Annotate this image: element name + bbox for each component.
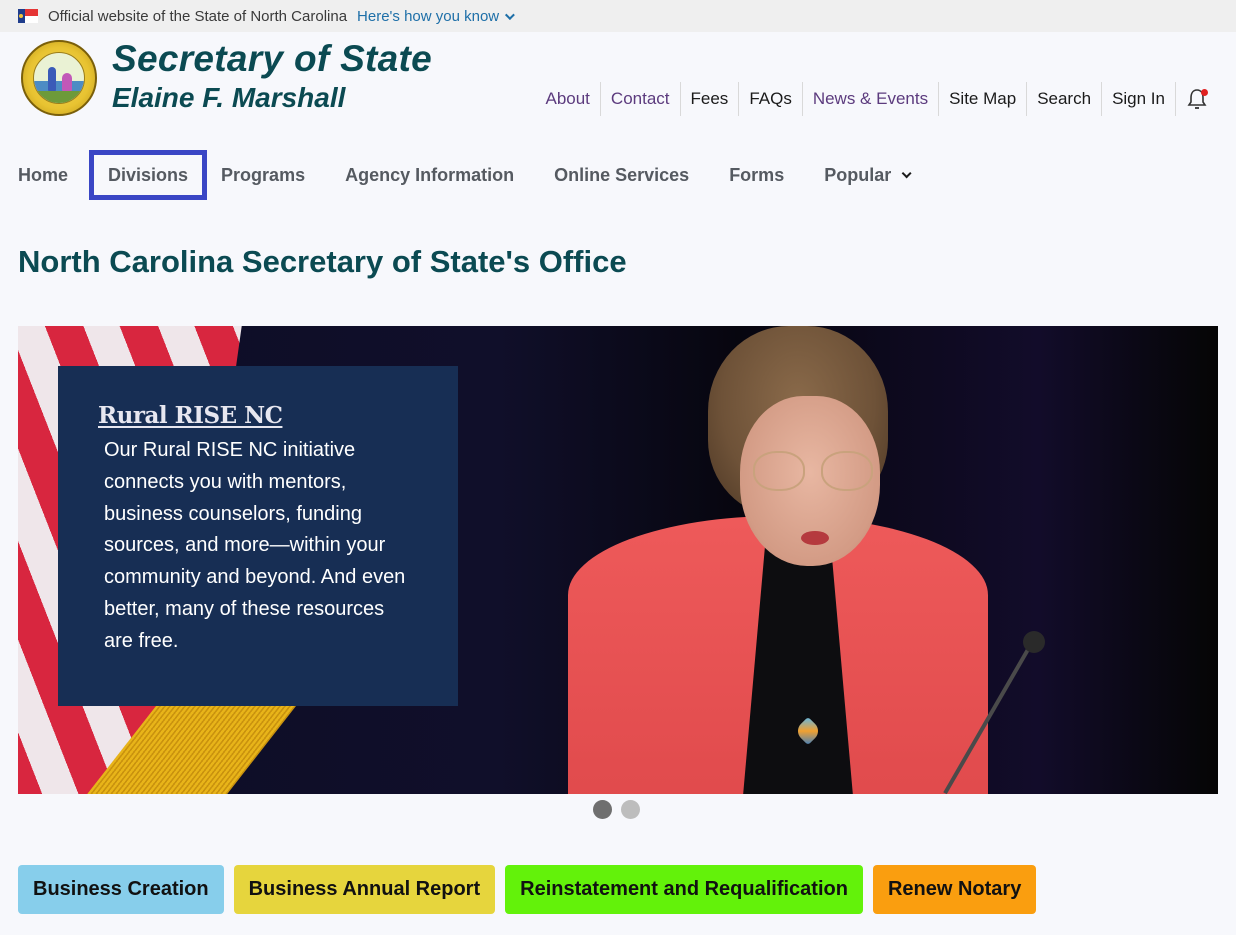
nav-forms[interactable]: Forms xyxy=(709,150,804,200)
util-link-fees[interactable]: Fees xyxy=(679,82,739,116)
business-creation-button[interactable]: Business Creation xyxy=(18,865,224,914)
util-link-sign-in[interactable]: Sign In xyxy=(1101,82,1175,116)
nav-popular-label: Popular xyxy=(824,164,892,185)
nc-flag-icon xyxy=(18,9,38,23)
nav-home[interactable]: Home xyxy=(0,150,89,200)
carousel-dot-2[interactable] xyxy=(621,800,640,819)
hero-carousel: Rural RISE NC Our Rural RISE NC initiati… xyxy=(18,326,1218,794)
chevron-down-icon xyxy=(505,9,516,20)
carousel-dot-1[interactable] xyxy=(593,800,612,819)
site-title[interactable]: Secretary of State xyxy=(112,38,432,80)
page-title: North Carolina Secretary of State's Offi… xyxy=(18,244,627,279)
hero-card-text: Our Rural RISE NC initiative connects yo… xyxy=(104,439,406,652)
site-subtitle: Elaine F. Marshall xyxy=(112,82,346,113)
nc-state-seal-logo[interactable] xyxy=(21,40,97,116)
nav-divisions[interactable]: Divisions xyxy=(89,150,208,200)
quick-links: Business Creation Business Annual Report… xyxy=(18,865,1037,914)
heres-how-you-know-label: Here's how you know xyxy=(357,7,500,25)
bell-icon xyxy=(1186,87,1208,111)
business-annual-report-button[interactable]: Business Annual Report xyxy=(233,865,496,914)
utility-nav: About Contact Fees FAQs News & Events Si… xyxy=(535,82,1218,116)
notifications-button[interactable] xyxy=(1175,82,1218,116)
reinstatement-requalification-button[interactable]: Reinstatement and Requalification xyxy=(505,865,863,914)
heres-how-you-know-link[interactable]: Here's how you know xyxy=(357,7,516,25)
unread-badge xyxy=(1201,89,1208,96)
nav-programs[interactable]: Programs xyxy=(207,150,325,200)
renew-notary-button[interactable]: Renew Notary xyxy=(872,865,1037,914)
hero-card-title-link[interactable]: Rural RISE NC xyxy=(98,402,283,429)
util-link-news-events[interactable]: News & Events xyxy=(801,82,938,116)
util-link-contact[interactable]: Contact xyxy=(599,82,680,116)
secretary-portrait xyxy=(558,326,1118,794)
util-link-about[interactable]: About xyxy=(535,82,599,116)
util-link-faqs[interactable]: FAQs xyxy=(738,82,802,116)
nav-online-services[interactable]: Online Services xyxy=(534,150,709,200)
util-link-search[interactable]: Search xyxy=(1026,82,1101,116)
hero-caption-card: Rural RISE NC Our Rural RISE NC initiati… xyxy=(58,366,458,706)
carousel-indicators xyxy=(593,800,640,819)
chevron-down-icon xyxy=(901,167,912,178)
nav-agency-information[interactable]: Agency Information xyxy=(325,150,534,200)
nav-popular[interactable]: Popular xyxy=(804,150,928,200)
official-site-banner: Official website of the State of North C… xyxy=(0,0,1236,32)
official-site-text: Official website of the State of North C… xyxy=(48,7,348,25)
main-nav: Home Divisions Programs Agency Informati… xyxy=(0,150,928,200)
util-link-site-map[interactable]: Site Map xyxy=(938,82,1026,116)
